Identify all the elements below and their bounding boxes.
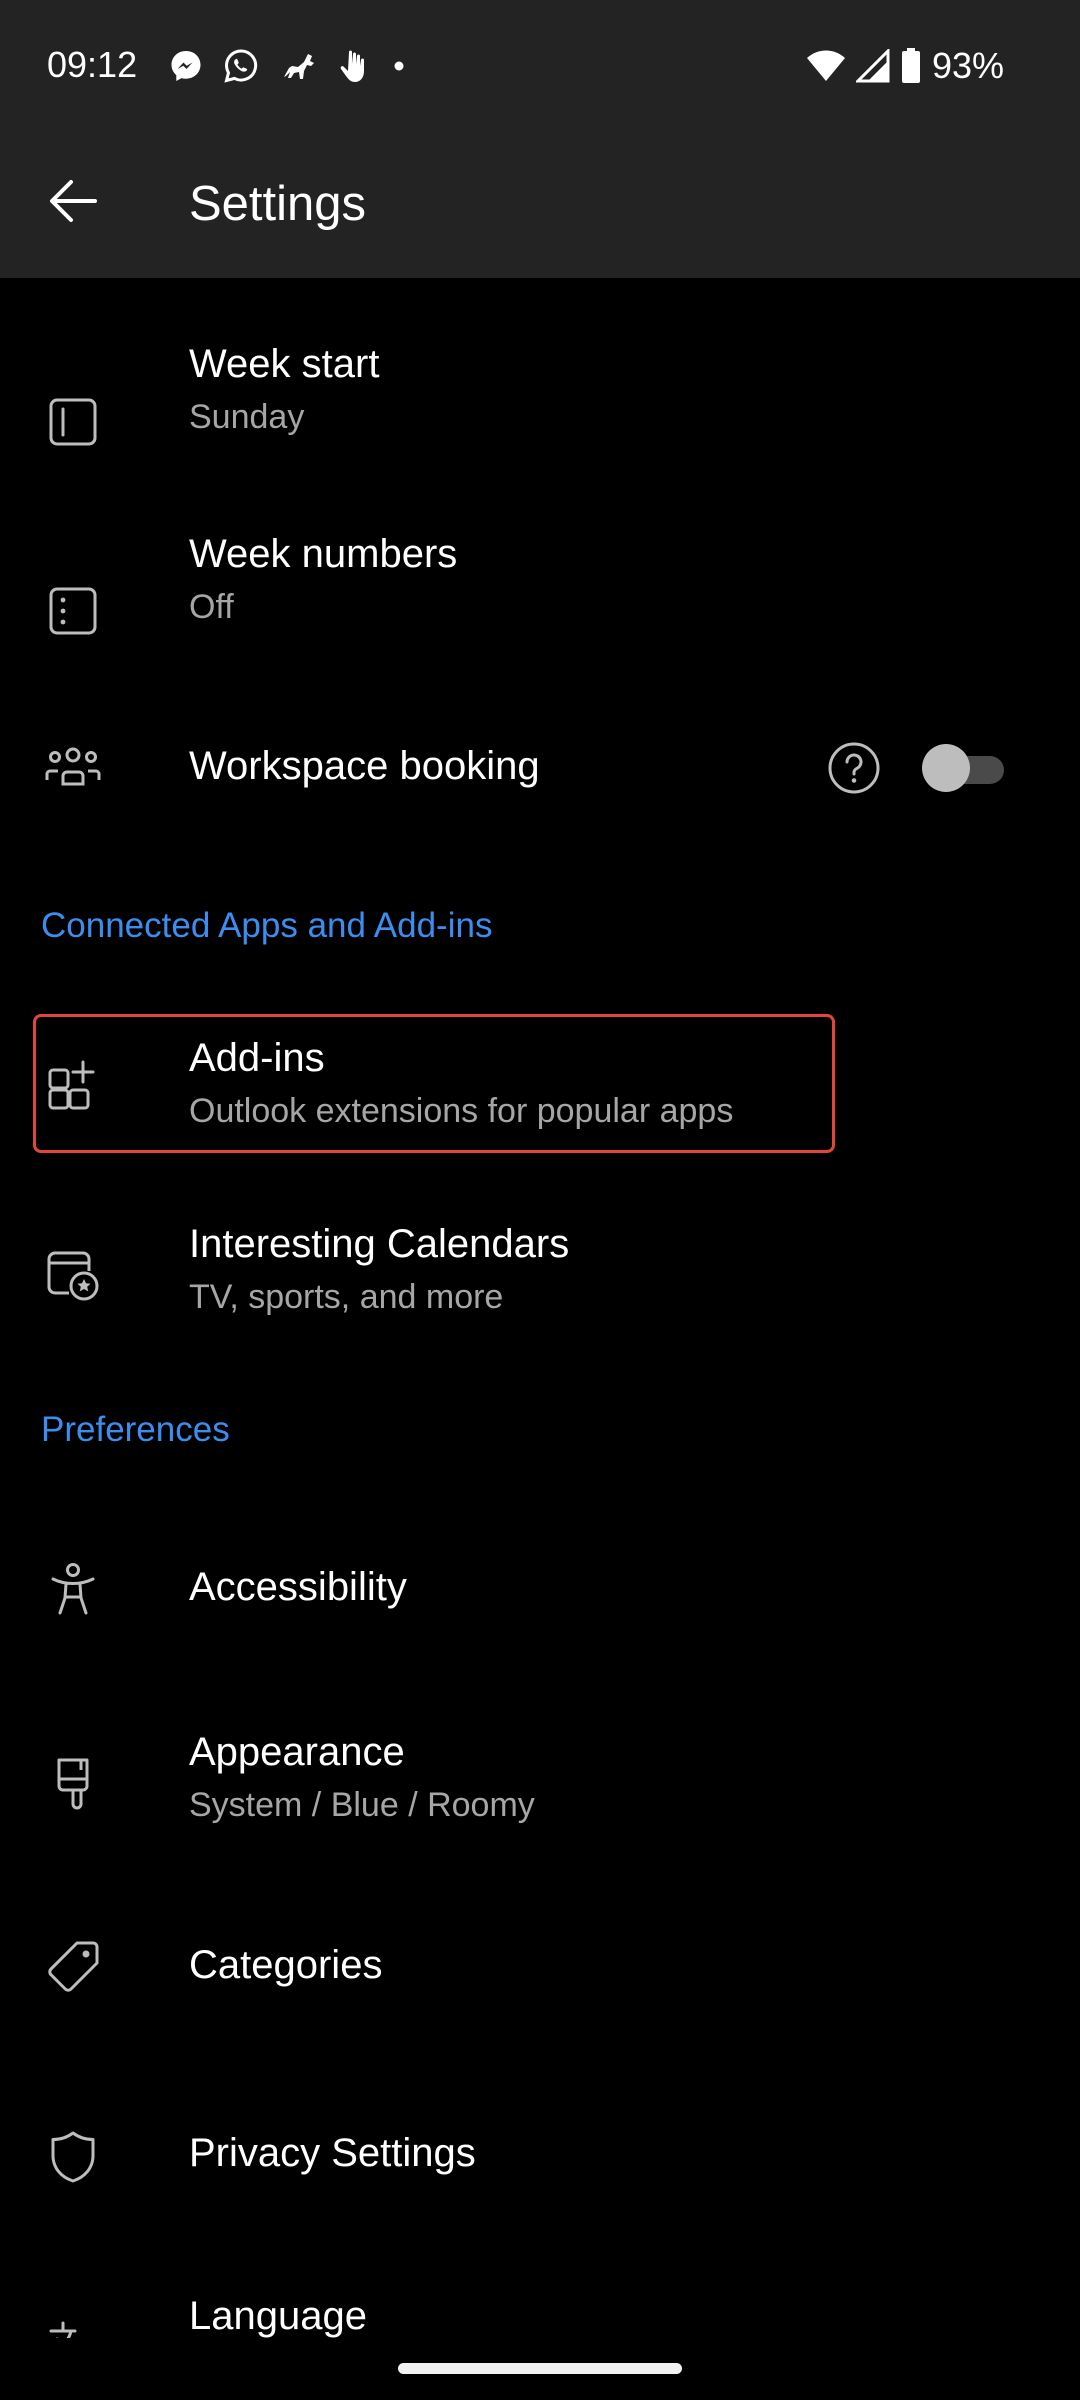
dot-icon <box>390 47 408 85</box>
week-start-title: Week start <box>189 342 380 386</box>
battery-percentage: 93% <box>931 45 1004 86</box>
app-bar: Settings <box>0 132 1080 278</box>
calendar-star-icon <box>40 1242 106 1308</box>
help-button[interactable] <box>826 740 882 796</box>
back-button[interactable] <box>40 168 106 234</box>
section-header-connected-apps: Connected Apps and Add-ins <box>41 906 493 945</box>
system-status: 93% <box>796 44 1004 88</box>
language-title: Language <box>189 2294 367 2338</box>
section-header-preferences: Preferences <box>41 1410 230 1449</box>
paintbrush-icon <box>40 1752 106 1818</box>
status-time: 09:12 <box>47 44 138 85</box>
hand-icon <box>338 47 372 85</box>
interesting-calendars-description: TV, sports, and more <box>189 1278 504 1316</box>
shield-icon <box>40 2124 106 2190</box>
battery-icon <box>900 47 922 85</box>
categories-title: Categories <box>189 1943 383 1987</box>
setting-appearance[interactable]: Appearance System / Blue / Roomy <box>0 1708 1080 1847</box>
week-start-icon <box>40 389 106 455</box>
appearance-value: System / Blue / Roomy <box>189 1786 535 1824</box>
toggle-thumb <box>922 744 970 792</box>
week-numbers-value: Off <box>189 588 234 626</box>
status-bar: 09:12 93% <box>0 0 1080 132</box>
week-numbers-title: Week numbers <box>189 532 458 576</box>
interesting-calendars-title: Interesting Calendars <box>189 1222 570 1266</box>
whatsapp-icon <box>222 47 260 85</box>
page-title: Settings <box>189 177 367 231</box>
question-icon <box>828 742 880 794</box>
messenger-icon <box>168 48 204 84</box>
setting-week-numbers[interactable]: Week numbers Off <box>0 470 1080 640</box>
setting-interesting-calendars[interactable]: Interesting Calendars TV, sports, and mo… <box>0 1202 1080 1341</box>
week-start-value: Sunday <box>189 398 305 436</box>
add-ins-description: Outlook extensions for popular apps <box>189 1092 734 1130</box>
wifi-icon <box>806 49 846 83</box>
accessibility-title: Accessibility <box>189 1565 407 1609</box>
workspace-booking-toggle[interactable] <box>922 744 1008 792</box>
accessibility-icon <box>40 1556 106 1622</box>
signal-icon <box>855 49 890 83</box>
privacy-settings-title: Privacy Settings <box>189 2131 476 2175</box>
notification-icons <box>168 44 426 88</box>
week-numbers-icon <box>40 578 106 644</box>
back-arrow-icon <box>50 180 97 222</box>
add-ins-title: Add-ins <box>189 1036 325 1080</box>
setting-workspace-booking: Workspace booking <box>0 700 1080 840</box>
setting-week-start[interactable]: Week start Sunday <box>0 278 1080 448</box>
appearance-title: Appearance <box>189 1730 405 1774</box>
navigation-handle[interactable] <box>398 2363 682 2374</box>
setting-accessibility[interactable]: Accessibility <box>0 1520 1080 1660</box>
setting-categories[interactable]: Categories <box>0 1898 1080 2038</box>
people-icon <box>40 735 106 801</box>
workspace-booking-title: Workspace booking <box>189 744 540 788</box>
setting-add-ins[interactable]: Add-ins Outlook extensions for popular a… <box>0 1014 1080 1153</box>
tag-icon <box>40 1934 106 2000</box>
horse-icon <box>278 47 320 85</box>
add-ins-icon <box>40 1052 106 1118</box>
setting-privacy[interactable]: Privacy Settings <box>0 2086 1080 2226</box>
